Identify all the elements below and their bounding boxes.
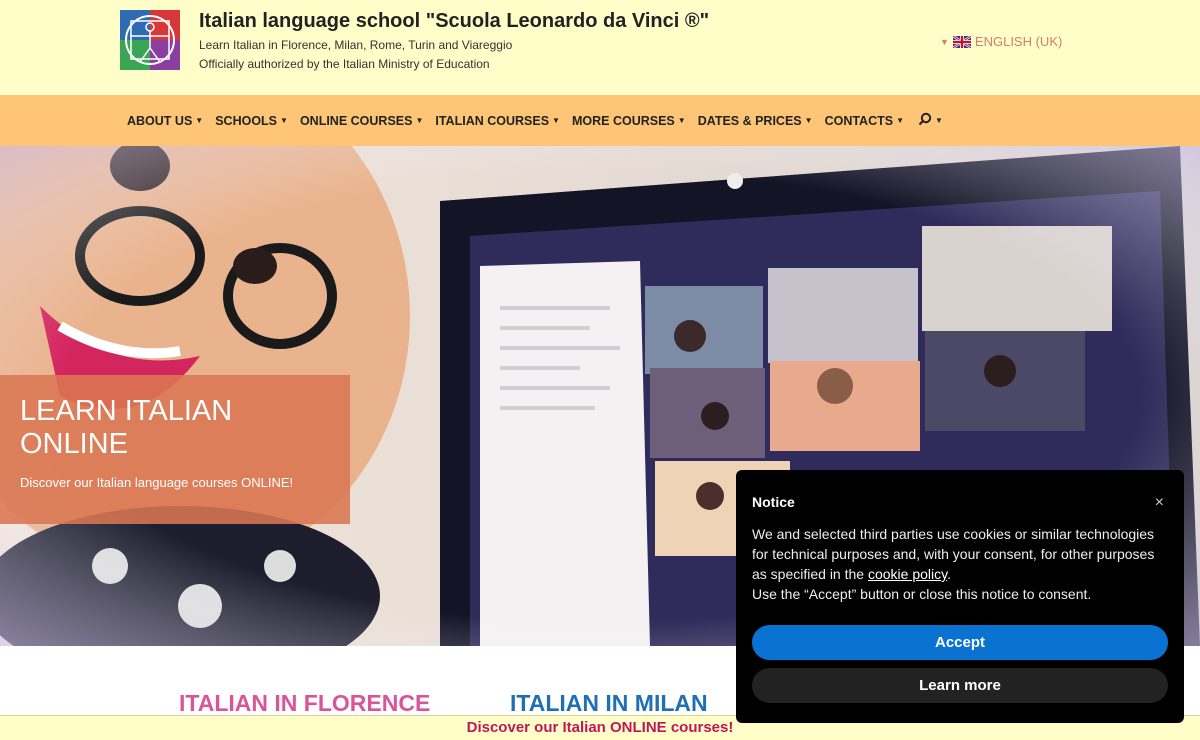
hero-caption[interactable]: LEARN ITALIAN ONLINE Discover our Italia…: [0, 375, 350, 524]
site-header: Italian language school "Scuola Leonardo…: [0, 0, 1200, 95]
nav-item-about-us[interactable]: ABOUT US ▼: [121, 114, 209, 128]
nav-item-dates-prices[interactable]: DATES & PRICES ▼: [692, 114, 819, 128]
search-button[interactable]: ▼: [910, 112, 949, 129]
caret-down-icon: ▼: [280, 116, 288, 125]
notice-title: Notice: [752, 494, 795, 510]
site-subtitle: Learn Italian in Florence, Milan, Rome, …: [199, 38, 513, 52]
search-icon: [918, 112, 932, 129]
hero-text: Discover our Italian language courses ON…: [20, 475, 294, 490]
nav-item-online-courses[interactable]: ONLINE COURSES ▼: [294, 114, 429, 128]
caret-down-icon: ▼: [804, 116, 813, 125]
caret-down-icon: ▼: [935, 116, 943, 125]
caret-down-icon: ▼: [195, 116, 204, 125]
caret-down-icon: ▼: [552, 116, 560, 125]
nav-item-italian-courses[interactable]: ITALIAN COURSES ▼: [429, 114, 566, 128]
notice-text-end: .: [947, 566, 951, 582]
language-selector[interactable]: ▼ ENGLISH (UK): [940, 34, 1062, 49]
notice-body: We and selected third parties use cookie…: [752, 524, 1168, 604]
caret-down-icon: ▼: [415, 116, 424, 125]
nav-label: ITALIAN COURSES: [435, 113, 550, 128]
close-icon[interactable]: ×: [1155, 494, 1164, 512]
nav-label: MORE COURSES: [571, 113, 675, 128]
learn-more-button[interactable]: Learn more: [752, 668, 1168, 703]
vitruvian-man-logo[interactable]: [120, 10, 180, 70]
nav-label: CONTACTS: [824, 113, 894, 128]
site-authorization: Officially authorized by the Italian Min…: [199, 57, 490, 71]
uk-flag-icon: [952, 34, 972, 49]
cookie-policy-link[interactable]: cookie policy: [868, 566, 947, 582]
nav-label: DATES & PRICES: [697, 113, 802, 128]
nav-item-schools[interactable]: SCHOOLS ▼: [209, 114, 294, 128]
cookie-notice: Notice × We and selected third parties u…: [736, 470, 1184, 723]
nav-item-contacts[interactable]: CONTACTS ▼: [819, 114, 910, 128]
caret-down-icon: ▼: [677, 116, 686, 125]
nav-label: SCHOOLS: [215, 113, 278, 128]
language-label: ENGLISH (UK): [974, 34, 1063, 49]
notice-text-line2: Use the “Accept” button or close this no…: [752, 586, 1092, 602]
caret-down-icon: ▼: [896, 116, 904, 125]
city-heading-florence[interactable]: ITALIAN IN FLORENCE: [179, 690, 430, 717]
nav-label: ABOUT US: [127, 113, 193, 128]
hero-title: LEARN ITALIAN ONLINE: [20, 395, 233, 460]
city-heading-milan[interactable]: ITALIAN IN MILAN: [510, 690, 708, 717]
notice-text: We and selected third parties use cookie…: [752, 526, 1155, 582]
accept-button[interactable]: Accept: [752, 625, 1168, 660]
nav-label: ONLINE COURSES: [299, 113, 413, 128]
caret-down-icon: ▼: [940, 36, 949, 47]
site-title[interactable]: Italian language school "Scuola Leonardo…: [199, 10, 709, 33]
main-nav: ABOUT US ▼ SCHOOLS ▼ ONLINE COURSES ▼ ITALI…: [0, 95, 1200, 146]
nav-item-more-courses[interactable]: MORE COURSES ▼: [566, 114, 692, 128]
